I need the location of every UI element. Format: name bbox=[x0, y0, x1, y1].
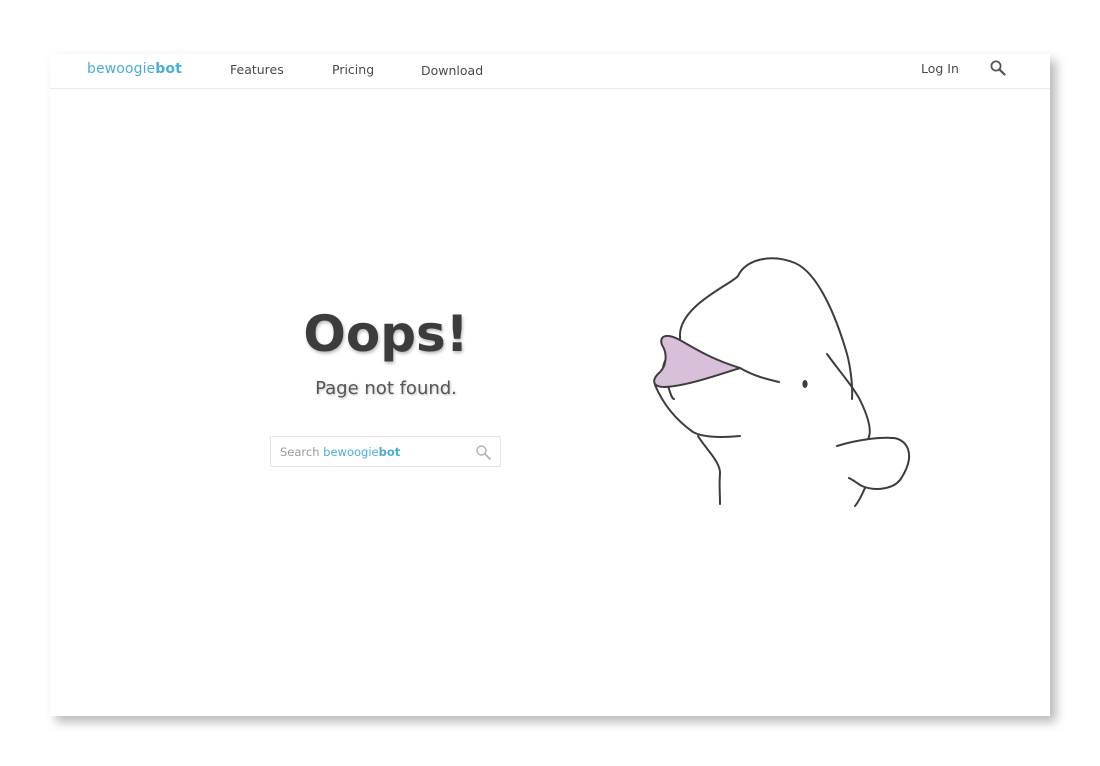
login-link[interactable]: Log In bbox=[921, 61, 959, 76]
nav-download-link[interactable]: Download bbox=[421, 63, 483, 78]
browser-page: bewoogiebot Features Pricing Download Lo… bbox=[50, 54, 1050, 716]
search-placeholder-prefix: Search bbox=[280, 445, 320, 459]
search-placeholder: Search bewoogiebot bbox=[280, 445, 400, 459]
error-subheading: Page not found. bbox=[315, 378, 457, 399]
nav-features-link[interactable]: Features bbox=[230, 62, 284, 77]
brand-logo[interactable]: bewoogiebot bbox=[87, 61, 182, 77]
search-brand-light: bewoogie bbox=[323, 445, 379, 459]
search-icon[interactable] bbox=[475, 444, 492, 461]
error-heading: Oops! bbox=[303, 305, 469, 363]
site-search-input[interactable]: Search bewoogiebot bbox=[270, 436, 501, 467]
nav-pricing-link[interactable]: Pricing bbox=[332, 62, 374, 77]
search-brand-bold: bot bbox=[378, 445, 401, 459]
top-navbar: bewoogiebot Features Pricing Download Lo… bbox=[50, 54, 1050, 89]
search-icon[interactable] bbox=[989, 59, 1007, 77]
beluga-illustration bbox=[653, 257, 911, 507]
search-placeholder-brand: bewoogiebot bbox=[323, 445, 400, 459]
logo-text-bold: bot bbox=[155, 61, 182, 77]
logo-text-light: bewoogie bbox=[87, 61, 156, 77]
